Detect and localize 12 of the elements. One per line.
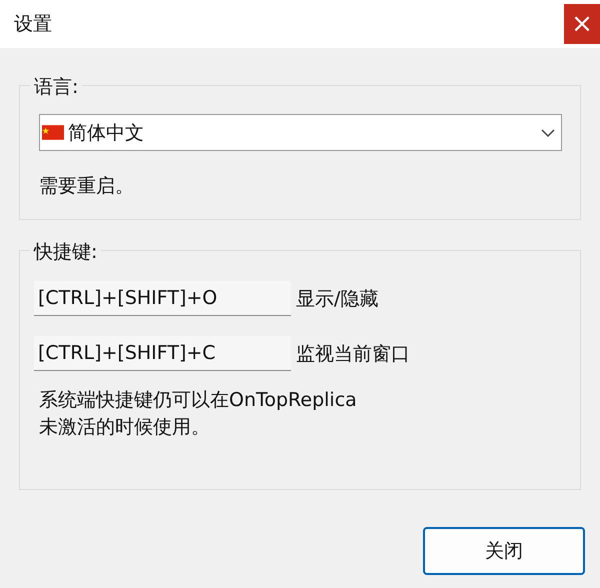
- hotkey-action-label: 监视当前窗口: [296, 342, 410, 366]
- hotkey-note: 系统端快捷键仍可以在OnTopReplica未激活的时候使用。: [39, 388, 358, 440]
- close-button[interactable]: ×: [564, 4, 600, 44]
- close-dialog-button[interactable]: 关闭: [423, 527, 585, 575]
- restart-note: 需要重启。: [39, 174, 135, 199]
- hotkey-action-label: 显示/隐藏: [296, 286, 378, 312]
- language-dropdown[interactable]: 简体中文: [39, 114, 562, 151]
- flag-icon: [42, 125, 64, 140]
- window-title: 设置: [14, 12, 52, 37]
- hotkey-field[interactable]: [CTRL]+[SHIFT]+O: [34, 281, 291, 316]
- chevron-down-icon: [541, 128, 555, 138]
- hotkey-field[interactable]: [CTRL]+[SHIFT]+C: [34, 336, 291, 371]
